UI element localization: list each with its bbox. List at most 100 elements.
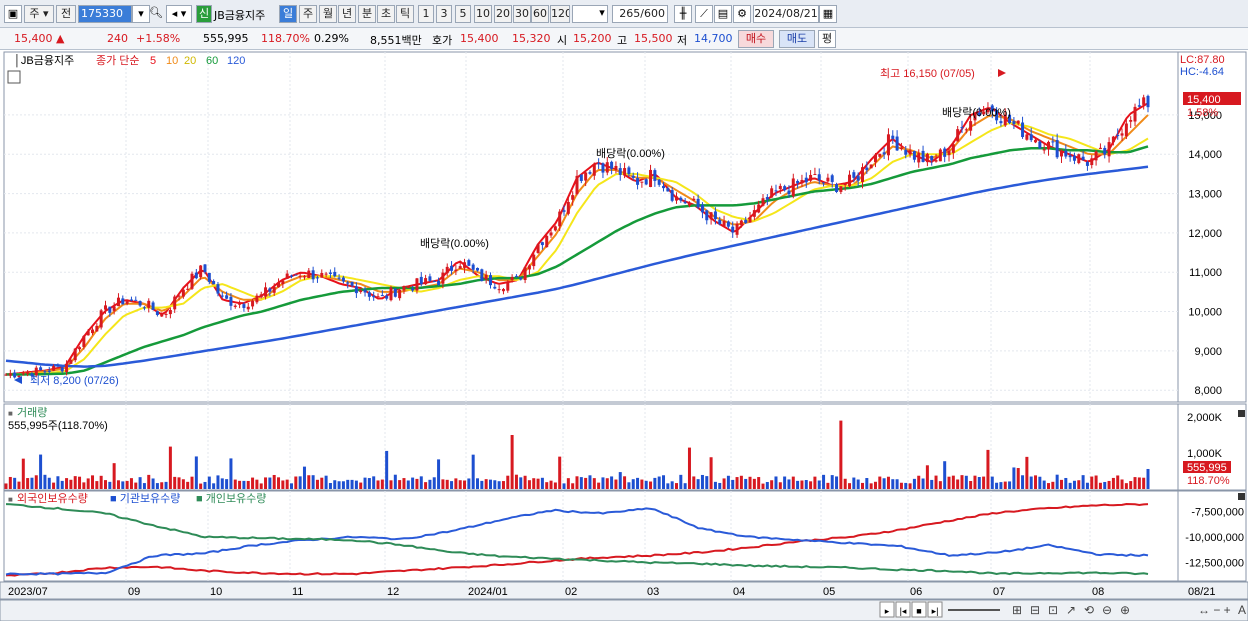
candle-body [1085, 162, 1089, 166]
pane-close-icon[interactable] [1238, 410, 1245, 417]
candle-body [1012, 121, 1016, 125]
calendar-icon[interactable]: ▦ [819, 5, 837, 23]
candle-body [917, 153, 921, 163]
tab-minute[interactable]: 분 [358, 5, 376, 23]
volume-bar [912, 478, 916, 489]
settings-icon[interactable] [7, 70, 21, 84]
candle-body [281, 280, 285, 285]
candle-body [956, 129, 960, 142]
speaker-icon[interactable]: ◂ ▾ [166, 5, 192, 23]
volume-bar [467, 478, 471, 489]
pane-close-icon[interactable] [1238, 493, 1245, 500]
volume-bar [199, 483, 203, 489]
n-button-20[interactable]: 20 [494, 5, 512, 23]
candle-body [627, 167, 631, 175]
volume-bar [540, 477, 544, 489]
candle-body [437, 280, 441, 285]
volume-bar [95, 481, 99, 489]
volume-bar [657, 476, 661, 489]
tab-second[interactable]: 초 [377, 5, 395, 23]
volume-bar [4, 483, 8, 489]
sell-button[interactable]: 매도 [779, 30, 815, 48]
volume-bar [861, 482, 864, 489]
candle-body [640, 181, 644, 183]
volume-bar [644, 480, 648, 489]
volume-bar [255, 479, 259, 489]
volume-bar [977, 477, 981, 489]
candle-body [212, 280, 216, 285]
n-button-120[interactable]: 120 [550, 5, 570, 23]
candle-body [52, 366, 56, 371]
volume-bar [904, 482, 908, 489]
volume-bar [964, 475, 968, 489]
candle-body [1116, 135, 1120, 137]
n-dropdown-icon[interactable]: ▾ [593, 5, 611, 23]
font-size-icon: A [1238, 603, 1246, 617]
volume-bar [363, 477, 367, 489]
n-button-3[interactable]: 3 [436, 5, 452, 23]
buy-button[interactable]: 매수 [738, 30, 774, 48]
candle-body [653, 170, 657, 181]
save-icon[interactable]: ▤ [714, 5, 732, 23]
count-field[interactable]: 265/600 [612, 5, 668, 23]
volume-bar [822, 474, 826, 489]
candle-body [843, 183, 847, 186]
candle-body [488, 275, 492, 286]
tab-tick[interactable]: 틱 [396, 5, 414, 23]
candle-body [1090, 158, 1094, 166]
candle-body [103, 305, 107, 310]
tab-day[interactable]: 일 [279, 5, 297, 23]
tab-week[interactable]: 주 [299, 5, 317, 23]
gear-icon[interactable]: ⚙ [733, 5, 751, 23]
avg-button[interactable]: 평 [818, 30, 836, 48]
n-button-5[interactable]: 5 [455, 5, 471, 23]
volume-bar [380, 479, 384, 489]
volume-bar [951, 475, 955, 489]
volume-bar [91, 475, 95, 489]
volume-bar [519, 477, 523, 489]
volume-bar [203, 481, 207, 489]
draw-icon[interactable]: ⟋ [695, 5, 713, 23]
n-button-1[interactable]: 1 [418, 5, 434, 23]
date-field[interactable]: 2024/08/21 [753, 5, 819, 23]
candle-body [39, 367, 43, 371]
market-select[interactable]: 주 ▾ [24, 5, 54, 23]
volume-bar [441, 479, 445, 489]
tab-month[interactable]: 월 [319, 5, 337, 23]
candle-icon[interactable]: ╫ [674, 5, 692, 23]
volume-bar [999, 482, 1003, 489]
scroll-bar[interactable] [0, 599, 1248, 621]
window-icon[interactable]: ▣ [4, 5, 22, 23]
volume-ratio: 118.70% [261, 32, 310, 45]
candle-body [692, 198, 696, 201]
candle-body [116, 297, 120, 307]
volume-bar [709, 457, 713, 489]
candle-body [341, 277, 345, 282]
candle-body [536, 244, 540, 253]
code-input[interactable]: 175330 [78, 5, 132, 23]
candle-body [367, 292, 371, 297]
volume-bar [558, 456, 562, 489]
candle-body [17, 375, 21, 378]
candle-body [155, 311, 159, 315]
n-button-60[interactable]: 60 [531, 5, 549, 23]
stock-chart[interactable]: 15,00014,00013,00012,00011,00010,0009,00… [0, 50, 1248, 621]
candle-body [320, 273, 324, 278]
volume-bar [791, 476, 795, 489]
candle-body [43, 371, 47, 373]
search-icon[interactable]: 🔍︎ [147, 5, 165, 23]
candle-body [164, 313, 168, 315]
volume-bar [787, 479, 791, 489]
candle-body [817, 174, 821, 181]
n-button-30[interactable]: 30 [513, 5, 531, 23]
volume-bar [190, 476, 194, 489]
candle-body [791, 178, 795, 197]
candle-body [1059, 150, 1063, 157]
volume-bar [843, 478, 847, 489]
n-button-10[interactable]: 10 [474, 5, 492, 23]
volume-bar [757, 477, 761, 489]
prev-button[interactable]: 전 [56, 5, 76, 23]
tab-year[interactable]: 년 [338, 5, 356, 23]
candle-body [238, 303, 242, 305]
volume-bar [125, 480, 129, 489]
